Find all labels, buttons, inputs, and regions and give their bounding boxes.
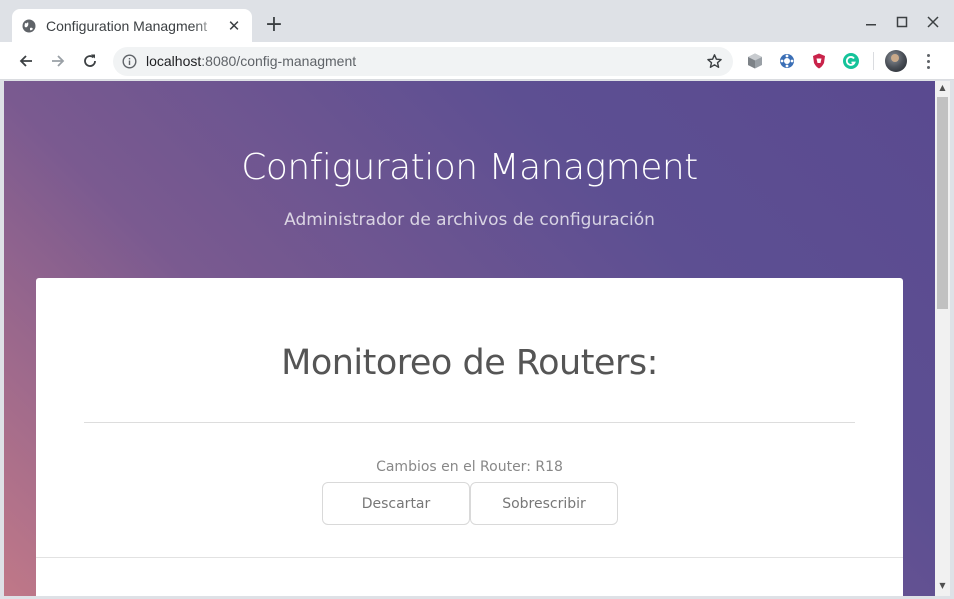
url-host: localhost [146,53,202,69]
kebab-menu-icon[interactable] [920,51,936,71]
tab-close-icon[interactable]: ✕ [226,18,242,34]
toolbar-separator [873,52,874,70]
globe-icon [22,19,36,33]
content-card: Monitoreo de Routers: Cambios en el Rout… [36,278,903,596]
info-icon[interactable] [122,54,137,69]
forward-icon[interactable] [47,50,69,72]
browser-tab[interactable]: Configuration Managment ✕ [12,9,252,42]
router-change-status: Cambios en el Router: R18 [376,459,563,475]
window-frame-left [0,81,4,599]
address-bar[interactable]: localhost:8080/config-managment [113,47,733,76]
minimize-button[interactable] [860,11,882,33]
tab-strip: Configuration Managment ✕ + [0,0,954,42]
back-icon[interactable] [15,50,37,72]
page-title: Configuration Managment [241,147,698,188]
profile-avatar[interactable] [885,50,907,72]
scroll-down-arrow-icon[interactable]: ▼ [935,581,950,593]
card-section-divider [36,557,903,558]
url-text: localhost:8080/config-managment [146,53,356,69]
scroll-thumb[interactable] [937,97,948,309]
tab-title: Configuration Managment [46,17,208,34]
reload-icon[interactable] [79,50,101,72]
browser-toolbar: localhost:8080/config-managment [0,42,954,80]
url-path: :8080/config-managment [201,53,357,69]
new-tab-button[interactable]: + [262,13,286,37]
overwrite-button[interactable]: Sobrescribir [470,482,618,525]
shield-extension-icon[interactable] [810,52,828,70]
vertical-scrollbar[interactable]: ▲ ▼ [935,81,950,596]
cube-extension-icon[interactable] [746,52,764,70]
page-viewport: Configuration Managment Administrador de… [4,81,935,596]
grammarly-extension-icon[interactable] [842,52,860,70]
scroll-up-arrow-icon[interactable]: ▲ [935,83,950,95]
divider [84,422,855,423]
window-frame-right [950,81,954,599]
card-title: Monitoreo de Routers: [281,343,658,383]
star-icon[interactable] [706,53,723,70]
window-close-button[interactable] [922,11,944,33]
page-subtitle: Administrador de archivos de configuraci… [284,210,655,230]
blue-extension-icon[interactable] [778,52,796,70]
maximize-button[interactable] [891,11,913,33]
discard-button[interactable]: Descartar [322,482,470,525]
